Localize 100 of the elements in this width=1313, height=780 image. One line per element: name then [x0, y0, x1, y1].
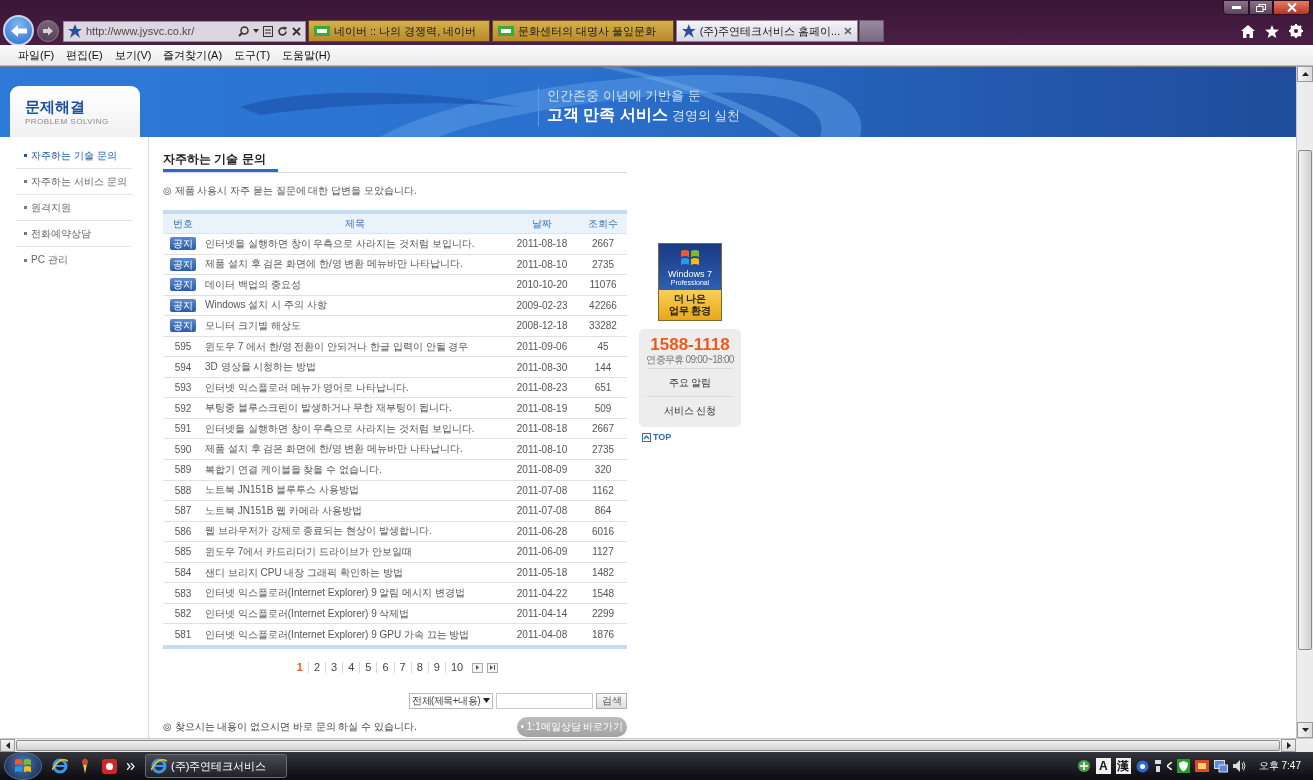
- view-count: 11076: [589, 279, 617, 291]
- double-chevron-icon[interactable]: [127, 762, 135, 770]
- page-link[interactable]: 7: [393, 662, 411, 674]
- page-link[interactable]: 6: [376, 662, 394, 674]
- scroll-thumb[interactable]: [1298, 150, 1312, 650]
- monitor-icon[interactable]: [1213, 759, 1228, 773]
- minimize-button[interactable]: [1223, 0, 1249, 15]
- address-field[interactable]: http://www.jysvc.co.kr/: [63, 20, 306, 42]
- dot-circle-icon[interactable]: [1135, 759, 1149, 773]
- page-link[interactable]: 5: [359, 662, 377, 674]
- last-page-button[interactable]: [487, 662, 499, 673]
- scroll-left-button[interactable]: [0, 739, 15, 752]
- post-title-link[interactable]: 제품 설치 후 검은 화면에 한/영 변환 메뉴바만 나타납니다.: [205, 257, 463, 272]
- post-title-link[interactable]: 인터넷 익스플로러(Internet Explorer) 9 삭제법: [205, 606, 410, 621]
- stop-icon[interactable]: [292, 26, 301, 36]
- scope-dropdown[interactable]: 전체(제목+내용): [409, 692, 493, 709]
- post-title-link[interactable]: 인터넷을 실행하면 창이 우측으로 사라지는 것처럼 보입니다.: [205, 236, 475, 251]
- page-link[interactable]: 3: [325, 662, 343, 674]
- app-icon[interactable]: [102, 758, 117, 774]
- left-chevron-icon[interactable]: [1166, 762, 1172, 770]
- plug-icon[interactable]: [1153, 760, 1162, 772]
- page-link[interactable]: 9: [427, 662, 445, 674]
- forward-button[interactable]: [37, 20, 59, 42]
- start-button[interactable]: [4, 752, 42, 780]
- post-title-link[interactable]: 부팅중 블루스크린이 발생하거나 무한 재부팅이 됩니다.: [205, 401, 452, 416]
- sidebar-item[interactable]: 원격지원: [16, 195, 132, 221]
- notice-badge: 공지: [170, 298, 196, 312]
- settings-icon[interactable]: [1289, 24, 1303, 38]
- sidebar-item[interactable]: 자주하는 기술 문의: [16, 143, 132, 169]
- post-title-link[interactable]: 인터넷 익스플로러(Internet Explorer) 9 GPU 가속 끄는 방법: [205, 627, 470, 642]
- menu-item[interactable]: 즐겨찾기(A): [157, 47, 229, 63]
- post-title-link[interactable]: 샌디 브리지 CPU 내장 그래픽 확인하는 방법: [205, 565, 403, 580]
- search-icon[interactable]: [238, 25, 249, 37]
- browser-tab[interactable]: (주)주연테크서비스 홈페이...: [676, 20, 858, 42]
- post-title-link[interactable]: Windows 설치 시 주의 사항: [205, 298, 327, 313]
- scroll-thumb[interactable]: [16, 740, 1280, 751]
- post-title-link[interactable]: 데이터 백업의 중요성: [205, 277, 301, 292]
- post-title-link[interactable]: 윈도우 7에서 카드리더기 드라이브가 안보일때: [205, 544, 412, 559]
- close-button[interactable]: [1273, 0, 1310, 15]
- scroll-right-button[interactable]: [1281, 739, 1296, 752]
- search-field[interactable]: [496, 692, 593, 709]
- bar-tile-icon: [314, 26, 330, 36]
- sidebar-item[interactable]: 자주하는 서비스 문의: [16, 169, 132, 195]
- clock[interactable]: 오후 7:47: [1258, 759, 1301, 773]
- view-count: 509: [594, 402, 612, 414]
- menu-item[interactable]: 파일(F): [12, 47, 61, 63]
- post-title-link[interactable]: 3D 영상을 시청하는 방법: [205, 360, 317, 375]
- post-title-link[interactable]: 복합기 연결 케이블을 찾을 수 없습니다.: [205, 462, 382, 477]
- page-link[interactable]: 2: [307, 662, 326, 674]
- speaker-icon[interactable]: [1232, 760, 1246, 772]
- search-button[interactable]: 검색: [596, 692, 627, 709]
- refresh-icon[interactable]: [277, 25, 288, 37]
- back-button[interactable]: [3, 15, 34, 46]
- plus-circle-icon[interactable]: [1076, 759, 1091, 773]
- post-title-link[interactable]: 노트북 JN151B 블루투스 사용방법: [205, 483, 359, 498]
- post-title-link[interactable]: 모니터 크기별 해상도: [205, 318, 301, 333]
- browser-tab[interactable]: 네이버 :: 나의 경쟁력, 네이버: [308, 20, 490, 42]
- browser-icon[interactable]: [52, 758, 68, 774]
- promo-title: Windows 7: [668, 269, 712, 279]
- menu-item[interactable]: 편집(E): [60, 47, 109, 63]
- post-title-link[interactable]: 웹 브라우저가 강제로 종료되는 현상이 발생합니다.: [205, 524, 432, 539]
- menu-item[interactable]: 보기(V): [108, 47, 158, 63]
- browser-tab[interactable]: 문화센터의 대명사 풀잎문화: [492, 20, 674, 42]
- menu-item[interactable]: 도구(T): [228, 47, 277, 63]
- close-tab-icon[interactable]: [844, 27, 852, 35]
- page-link[interactable]: 8: [410, 662, 428, 674]
- post-title-link[interactable]: 윈도우 7 에서 한/영 전환이 안되거나 한글 입력이 안될 경우: [205, 339, 469, 354]
- document-icon[interactable]: [263, 25, 273, 37]
- home-icon[interactable]: [1241, 24, 1255, 38]
- input-mode-indicator[interactable]: A: [1095, 758, 1111, 774]
- post-date: 2011-08-30: [516, 361, 568, 373]
- input-mode-indicator[interactable]: 漢: [1115, 758, 1131, 774]
- picture-frame-icon[interactable]: [1194, 760, 1209, 772]
- view-count: 651: [594, 382, 612, 394]
- post-title-link[interactable]: 노트북 JN151B 웹 카메라 사용방법: [205, 503, 362, 518]
- sidebar-item[interactable]: PC 관리: [16, 247, 132, 273]
- sidebar-item[interactable]: 전화예약상담: [16, 221, 132, 247]
- scroll-down-button[interactable]: [1297, 722, 1313, 738]
- post-title-link[interactable]: 인터넷 익스플로러(Internet Explorer) 9 알림 메시지 변경법: [205, 586, 466, 601]
- star-icon[interactable]: [1265, 24, 1279, 38]
- post-date: 2011-08-09: [516, 464, 568, 476]
- page-link[interactable]: 10: [444, 662, 469, 674]
- post-number: 584: [174, 567, 192, 578]
- scroll-up-button[interactable]: [1297, 66, 1313, 82]
- next-page-button[interactable]: [472, 662, 484, 673]
- caret-icon[interactable]: [253, 29, 259, 33]
- post-title-link[interactable]: 제품 설치 후 검은 화면에 한/영 변환 메뉴바만 나타납니다.: [205, 442, 463, 457]
- taskbar-window-button[interactable]: (주)주연테크서비스: [145, 754, 287, 778]
- post-date: 2011-04-14: [516, 608, 568, 620]
- shield-tile-icon[interactable]: [1176, 759, 1190, 773]
- quick-link[interactable]: 서비스 신청: [663, 403, 717, 418]
- page-link[interactable]: 1: [291, 662, 308, 674]
- menu-item[interactable]: 도움말(H): [276, 47, 337, 63]
- page-link[interactable]: 4: [342, 662, 360, 674]
- quick-link[interactable]: 주요 알림: [668, 375, 712, 390]
- post-title-link[interactable]: 인터넷 익스플로러 메뉴가 영어로 나타납니다.: [205, 380, 409, 395]
- view-count: 2299: [591, 608, 615, 620]
- post-title-link[interactable]: 인터넷을 실행하면 창이 우측으로 사라지는 것처럼 보입니다.: [205, 421, 475, 436]
- top-link[interactable]: TOP: [642, 432, 672, 442]
- restore-button[interactable]: [1249, 0, 1273, 15]
